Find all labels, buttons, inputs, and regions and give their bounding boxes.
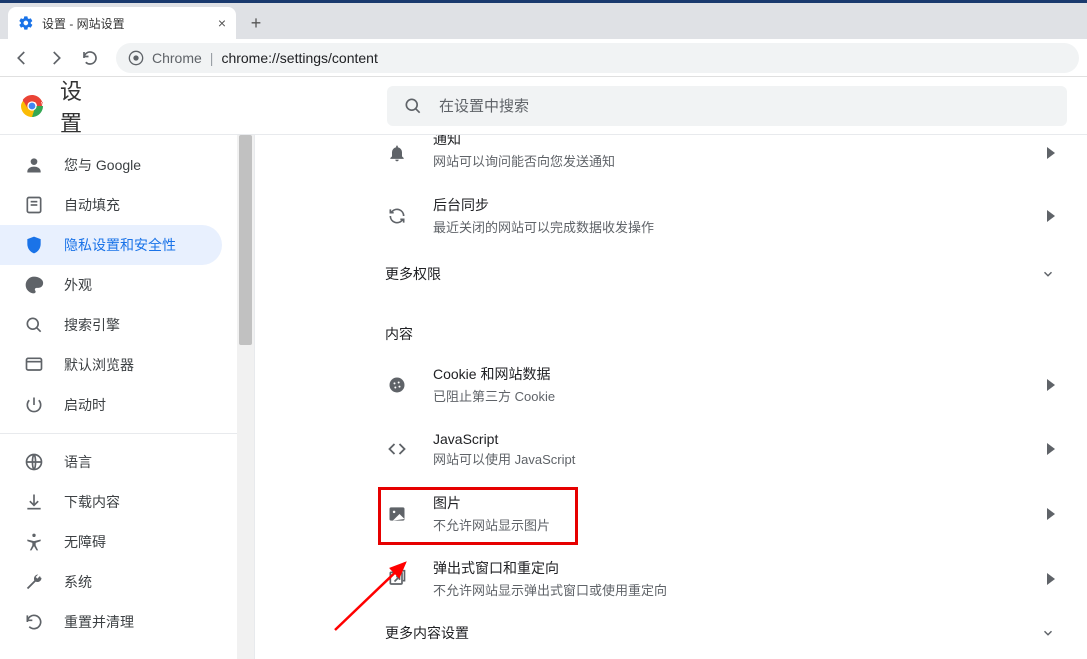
reset-icon — [24, 612, 44, 632]
row-popups[interactable]: 弹出式窗口和重定向 不允许网站显示弹出式窗口或使用重定向 — [385, 546, 1067, 611]
sidebar-item-label: 下载内容 — [64, 492, 120, 512]
forward-button[interactable] — [42, 44, 70, 72]
sidebar-item-downloads[interactable]: 下载内容 — [0, 482, 222, 522]
page-title: 设置 — [60, 74, 87, 138]
browser-tab[interactable]: 设置 - 网站设置 × — [8, 7, 236, 39]
sidebar-item-system[interactable]: 系统 — [0, 562, 222, 602]
sidebar-item-label: 启动时 — [64, 395, 106, 415]
row-cookies[interactable]: Cookie 和网站数据 已阻止第三方 Cookie — [385, 352, 1067, 417]
chevron-down-icon — [1041, 626, 1055, 640]
more-content-expander[interactable]: 更多内容设置 — [385, 611, 1067, 655]
search-icon — [24, 315, 44, 335]
sidebar-scrollbar[interactable] — [237, 135, 254, 659]
row-title: 弹出式窗口和重定向 — [433, 558, 667, 578]
row-background-sync[interactable]: 后台同步 最近关闭的网站可以完成数据收发操作 — [385, 183, 1067, 248]
download-icon — [24, 492, 44, 512]
chrome-logo-icon — [20, 94, 44, 118]
search-placeholder: 在设置中搜索 — [439, 95, 529, 116]
chevron-right-icon — [1047, 210, 1055, 222]
divider — [0, 433, 238, 434]
close-icon[interactable]: × — [218, 15, 226, 31]
sidebar-item-label: 隐私设置和安全性 — [64, 235, 176, 255]
row-javascript[interactable]: JavaScript 网站可以使用 JavaScript — [385, 417, 1067, 481]
tab-title: 设置 - 网站设置 — [42, 15, 218, 32]
sidebar-item-language[interactable]: 语言 — [0, 442, 222, 482]
sidebar-item-appearance[interactable]: 外观 — [0, 265, 222, 305]
chrome-icon — [128, 50, 144, 66]
row-images[interactable]: 图片 不允许网站显示图片 — [385, 481, 1067, 546]
search-icon — [403, 96, 423, 116]
palette-icon — [24, 275, 44, 295]
address-bar[interactable]: Chrome | chrome://settings/content — [116, 43, 1079, 73]
row-subtitle: 已阻止第三方 Cookie — [433, 386, 555, 405]
shield-icon — [24, 235, 44, 255]
sidebar-item-label: 外观 — [64, 275, 92, 295]
url-text: chrome://settings/content — [221, 50, 377, 66]
sidebar-item-search-engine[interactable]: 搜索引擎 — [0, 305, 222, 345]
bell-icon — [385, 143, 409, 163]
new-tab-button[interactable]: + — [242, 9, 270, 37]
sidebar-item-label: 语言 — [64, 452, 92, 472]
sidebar-item-reset[interactable]: 重置并清理 — [0, 602, 222, 642]
sidebar-item-label: 系统 — [64, 572, 92, 592]
sidebar-item-autofill[interactable]: 自动填充 — [0, 185, 222, 225]
sidebar-item-label: 您与 Google — [64, 155, 141, 175]
sidebar-item-label: 重置并清理 — [64, 612, 134, 632]
sidebar-item-label: 默认浏览器 — [64, 355, 134, 375]
chevron-down-icon — [1041, 267, 1055, 281]
sidebar-item-accessibility[interactable]: 无障碍 — [0, 522, 222, 562]
chevron-right-icon — [1047, 379, 1055, 391]
accessibility-icon — [24, 532, 44, 552]
row-notifications[interactable]: 通知 网站可以询问能否向您发送通知 — [385, 135, 1067, 183]
chevron-right-icon — [1047, 443, 1055, 455]
settings-header: 设置 在设置中搜索 — [0, 77, 1087, 135]
globe-icon — [24, 452, 44, 472]
separator: | — [210, 50, 214, 66]
person-icon — [24, 155, 44, 175]
sidebar-item-default-browser[interactable]: 默认浏览器 — [0, 345, 222, 385]
power-icon — [24, 395, 44, 415]
popup-icon — [385, 569, 409, 589]
content-panel: 通知 网站可以询问能否向您发送通知 后台同步 最近关闭的网站可以完成数据收发操作… — [255, 135, 1087, 659]
sidebar-item-startup[interactable]: 启动时 — [0, 385, 222, 425]
row-subtitle: 不允许网站显示图片 — [433, 515, 550, 534]
row-subtitle: 网站可以使用 JavaScript — [433, 449, 575, 468]
chevron-right-icon — [1047, 147, 1055, 159]
autofill-icon — [24, 195, 44, 215]
row-title: Cookie 和网站数据 — [433, 364, 555, 384]
code-icon — [385, 439, 409, 459]
reload-button[interactable] — [76, 44, 104, 72]
content-section-label: 内容 — [385, 300, 1067, 352]
expander-label: 更多权限 — [385, 264, 441, 284]
more-permissions-expander[interactable]: 更多权限 — [385, 248, 1067, 300]
sidebar-item-label: 无障碍 — [64, 532, 106, 552]
row-title: 后台同步 — [433, 195, 654, 215]
expander-label: 更多内容设置 — [385, 623, 469, 643]
cookie-icon — [385, 375, 409, 395]
row-subtitle: 网站可以询问能否向您发送通知 — [433, 151, 615, 170]
sync-icon — [385, 206, 409, 226]
settings-search[interactable]: 在设置中搜索 — [387, 86, 1067, 126]
row-title: 图片 — [433, 493, 550, 513]
browser-toolbar: Chrome | chrome://settings/content — [0, 39, 1087, 77]
row-title: 通知 — [433, 135, 615, 149]
browser-icon — [24, 355, 44, 375]
wrench-icon — [24, 572, 44, 592]
tab-strip: 设置 - 网站设置 × + — [0, 3, 1087, 39]
image-icon — [385, 504, 409, 524]
row-subtitle: 最近关闭的网站可以完成数据收发操作 — [433, 217, 654, 236]
sidebar-item-privacy[interactable]: 隐私设置和安全性 — [0, 225, 222, 265]
row-title: JavaScript — [433, 431, 575, 447]
chevron-right-icon — [1047, 573, 1055, 585]
chevron-right-icon — [1047, 508, 1055, 520]
back-button[interactable] — [8, 44, 36, 72]
sidebar-item-you-and-google[interactable]: 您与 Google — [0, 145, 222, 185]
sidebar-item-label: 自动填充 — [64, 195, 120, 215]
chrome-label: Chrome — [152, 50, 202, 66]
gear-icon — [18, 15, 34, 31]
settings-sidebar: 您与 Google 自动填充 隐私设置和安全性 外观 搜索引擎 默认浏览器 — [0, 135, 238, 659]
row-subtitle: 不允许网站显示弹出式窗口或使用重定向 — [433, 580, 667, 599]
sidebar-item-label: 搜索引擎 — [64, 315, 120, 335]
